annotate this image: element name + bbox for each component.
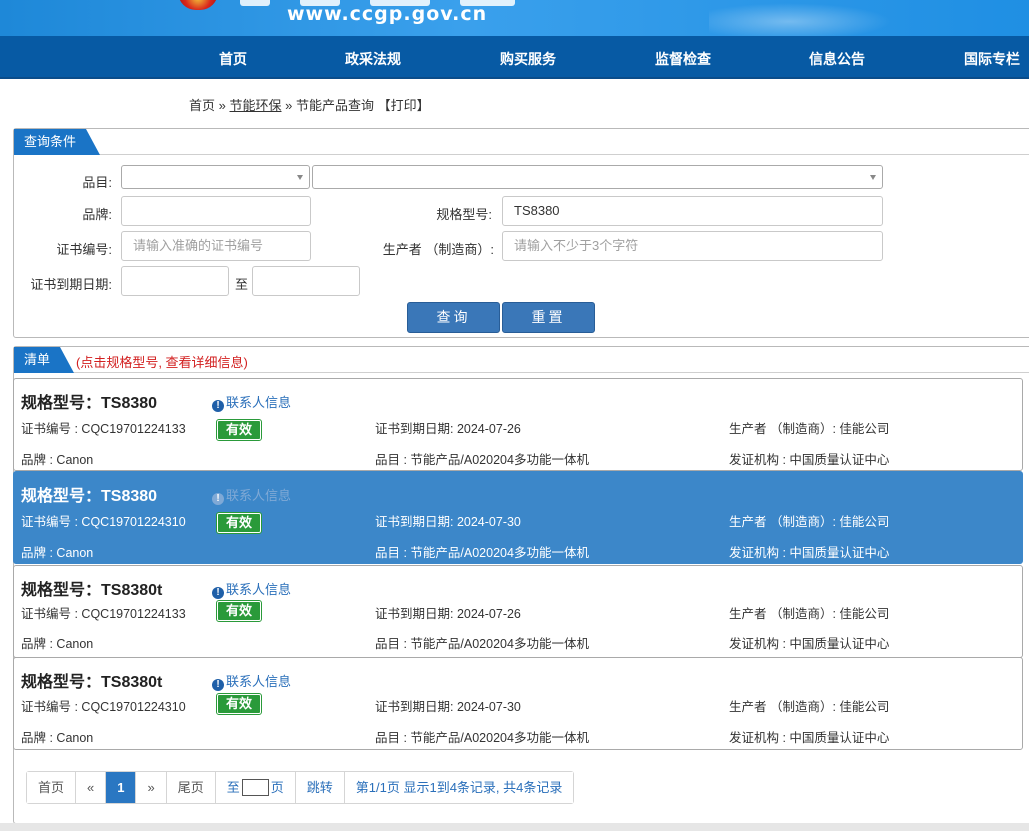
- search-button[interactable]: 查询: [407, 302, 500, 333]
- maker: 生产者 （制造商）: 佳能公司: [729, 700, 890, 714]
- model-input[interactable]: TS8380: [502, 196, 883, 226]
- category: 品目 : 节能产品/A020204多功能一体机: [375, 637, 589, 651]
- reset-button[interactable]: 重置: [502, 302, 595, 333]
- chevron-down-icon: [297, 175, 303, 180]
- brand-input[interactable]: [121, 196, 311, 226]
- maker-input[interactable]: 请输入不少于3个字符: [502, 231, 883, 261]
- cert-number: 证书编号 : CQC19701224310: [21, 700, 186, 714]
- maker: 生产者 （制造商）: 佳能公司: [729, 515, 890, 529]
- issuer: 发证机构 : 中国质量认证中心: [729, 453, 890, 467]
- contact-info-link[interactable]: ! 联系人信息: [212, 392, 291, 412]
- info-icon: !: [212, 587, 224, 599]
- cert-number: 证书编号 : CQC19701224133: [21, 607, 186, 621]
- contact-info-link[interactable]: ! 联系人信息: [212, 485, 291, 505]
- status-badge: 有效: [216, 419, 262, 441]
- info-icon: !: [212, 400, 224, 412]
- category: 品目 : 节能产品/A020204多功能一体机: [375, 453, 589, 467]
- issuer: 发证机构 : 中国质量认证中心: [729, 637, 890, 651]
- brand-label: 品牌:: [82, 207, 112, 222]
- to-label: 至: [235, 277, 249, 292]
- nav-international[interactable]: 国际专栏: [964, 49, 1020, 69]
- breadcrumb-home[interactable]: 首页: [189, 98, 215, 113]
- expiry-label: 证书到期日期:: [30, 277, 112, 292]
- chevron-down-icon: [870, 175, 876, 180]
- cert-number: 证书编号 : CQC19701224310: [21, 515, 186, 529]
- maker: 生产者 （制造商）: 佳能公司: [729, 607, 890, 621]
- nav-regulations[interactable]: 政采法规: [345, 49, 401, 69]
- contact-info-link[interactable]: ! 联系人信息: [212, 579, 291, 599]
- model-label: 规格型号:: [436, 207, 492, 222]
- expiry-date: 证书到期日期: 2024-07-26: [375, 422, 521, 436]
- category-select-primary[interactable]: [121, 165, 310, 189]
- main-nav: 首页 政采法规 购买服务 监督检查 信息公告 国际专栏: [0, 36, 1029, 79]
- brand: 品牌 : Canon: [21, 546, 94, 560]
- result-card[interactable]: 规格型号：TS8380 ! 联系人信息 证书编号 : CQC19701224133…: [13, 378, 1023, 471]
- result-card[interactable]: 规格型号：TS8380t ! 联系人信息 证书编号 : CQC1970122431…: [13, 657, 1023, 750]
- goto-page-input[interactable]: [241, 779, 269, 796]
- prev-page-button[interactable]: «: [76, 772, 107, 803]
- breadcrumb: 首页 » 节能环保 » 节能产品查询 【打印】: [189, 98, 430, 113]
- model-title-link[interactable]: 规格型号：TS8380t: [21, 668, 162, 692]
- national-emblem-icon: [178, 0, 218, 10]
- contact-info-link[interactable]: ! 联系人信息: [212, 671, 291, 691]
- cert-input[interactable]: 请输入准确的证书编号: [121, 231, 311, 261]
- goto-page-group: 至页: [215, 772, 296, 803]
- issuer: 发证机构 : 中国质量认证中心: [729, 546, 890, 560]
- pagination: 首页 « 1 » 尾页 至页 跳转 第1/1页 显示1到4条记录, 共4条记录: [26, 771, 575, 804]
- status-badge: 有效: [216, 600, 262, 622]
- first-page-button[interactable]: 首页: [27, 772, 77, 803]
- site-url: www.ccgp.gov.cn: [287, 3, 488, 25]
- breadcrumb-current: 节能产品查询: [296, 98, 375, 113]
- next-page-button[interactable]: »: [136, 772, 167, 803]
- info-icon: !: [212, 493, 224, 505]
- status-badge: 有效: [216, 693, 262, 715]
- page-summary: 第1/1页 显示1到4条记录, 共4条记录: [344, 772, 574, 803]
- result-card[interactable]: 规格型号：TS8380t ! 联系人信息 证书编号 : CQC1970122413…: [13, 565, 1023, 658]
- brand: 品牌 : Canon: [21, 453, 94, 467]
- query-panel: 查询条件 品目: 品牌: 规格型号: TS8380 证书编号: 请输入准确的证书…: [13, 128, 1029, 338]
- brand: 品牌 : Canon: [21, 731, 94, 745]
- query-tab: 查询条件: [14, 129, 101, 155]
- cert-number: 证书编号 : CQC19701224133: [21, 422, 186, 436]
- site-banner: www.ccgp.gov.cn: [0, 0, 1029, 36]
- expiry-end-input[interactable]: [252, 266, 360, 296]
- category-select-secondary[interactable]: [312, 165, 883, 189]
- cert-label: 证书编号:: [56, 242, 112, 257]
- category: 品目 : 节能产品/A020204多功能一体机: [375, 546, 589, 560]
- expiry-date: 证书到期日期: 2024-07-30: [375, 700, 521, 714]
- result-card[interactable]: 规格型号：TS8380 ! 联系人信息 证书编号 : CQC19701224310…: [13, 471, 1023, 564]
- nav-purchase-services[interactable]: 购买服务: [500, 49, 556, 69]
- last-page-button[interactable]: 尾页: [166, 772, 216, 803]
- model-title-link[interactable]: 规格型号：TS8380t: [21, 576, 162, 600]
- bottom-bar: [0, 823, 1029, 831]
- nav-home[interactable]: 首页: [219, 49, 247, 69]
- brand: 品牌 : Canon: [21, 637, 94, 651]
- expiry-date: 证书到期日期: 2024-07-30: [375, 515, 521, 529]
- status-badge: 有效: [216, 512, 262, 534]
- expiry-date: 证书到期日期: 2024-07-26: [375, 607, 521, 621]
- jump-button[interactable]: 跳转: [295, 772, 345, 803]
- expiry-start-input[interactable]: [121, 266, 229, 296]
- info-icon: !: [212, 679, 224, 691]
- issuer: 发证机构 : 中国质量认证中心: [729, 731, 890, 745]
- breadcrumb-section[interactable]: 节能环保: [230, 98, 282, 113]
- category-label: 品目:: [82, 175, 112, 190]
- category: 品目 : 节能产品/A020204多功能一体机: [375, 731, 589, 745]
- results-hint: (点击规格型号, 查看详细信息): [76, 355, 248, 370]
- maker: 生产者 （制造商）: 佳能公司: [729, 422, 890, 436]
- model-title-link[interactable]: 规格型号：TS8380: [21, 389, 157, 413]
- maker-label: 生产者 （制造商）:: [382, 242, 494, 257]
- page-1-button[interactable]: 1: [106, 772, 137, 803]
- model-title-link[interactable]: 规格型号：TS8380: [21, 482, 157, 506]
- print-link[interactable]: 【打印】: [378, 98, 430, 113]
- results-tab: 清单: [14, 347, 75, 373]
- nav-announcements[interactable]: 信息公告: [809, 49, 865, 69]
- nav-supervision[interactable]: 监督检查: [655, 49, 711, 69]
